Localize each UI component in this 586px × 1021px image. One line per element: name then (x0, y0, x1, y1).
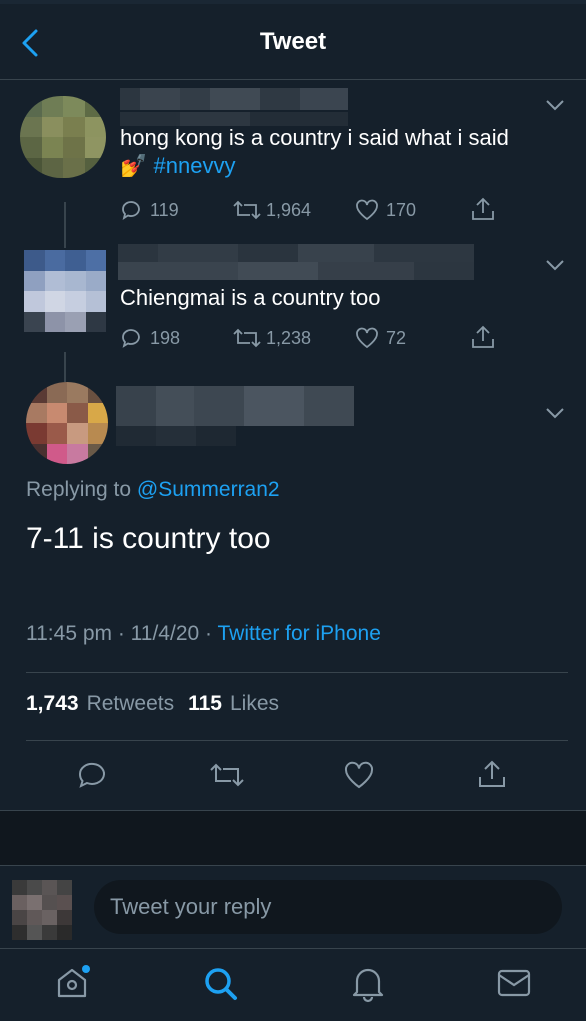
share-icon (472, 325, 494, 348)
like-count: 72 (386, 327, 407, 348)
reply-icon (122, 201, 140, 220)
retweet-icon (233, 328, 261, 348)
tweet-source-link[interactable]: Twitter for iPhone (217, 622, 380, 645)
emoji: 💅 (120, 153, 148, 178)
retweet-button[interactable]: 1,964 (232, 196, 322, 224)
tweet-menu-button[interactable] (544, 98, 566, 112)
tab-search[interactable] (202, 965, 240, 1003)
tab-home[interactable] (54, 965, 90, 1001)
author-handle-redacted (118, 262, 474, 280)
search-icon (205, 968, 237, 1000)
thread-line (64, 352, 66, 382)
notifications-icon (352, 968, 384, 1003)
author-handle-redacted (116, 426, 236, 446)
thread-line (64, 202, 66, 248)
retweet-count: 1,964 (266, 199, 312, 220)
main-tweet-text: 7-11 is country too (26, 522, 271, 555)
tweet-text: Chiengmai is a country too (120, 285, 381, 310)
author-name-redacted[interactable] (120, 88, 348, 110)
bottom-tab-bar (0, 948, 586, 1021)
divider (26, 740, 568, 741)
messages-icon (497, 969, 531, 997)
reply-count: 119 (150, 199, 179, 220)
reply-icon (122, 329, 140, 348)
tweet-menu-button[interactable] (544, 406, 566, 420)
chevron-down-icon (546, 100, 564, 111)
reply-count: 198 (149, 327, 180, 348)
tab-messages[interactable] (496, 967, 532, 999)
tweet-timestamp: 11:45 pm · 11/4/20 · Twitter for iPhone (26, 622, 381, 645)
retweet-button[interactable]: 1,238 (232, 324, 322, 352)
divider (26, 672, 568, 673)
retweet-button[interactable] (208, 760, 246, 790)
heart-icon (356, 327, 378, 349)
mention-link[interactable]: @Summerran2 (137, 478, 280, 501)
tab-notifications[interactable] (350, 965, 386, 1003)
avatar[interactable] (26, 382, 108, 464)
reply-button[interactable]: 198 (120, 324, 180, 352)
share-icon (472, 197, 494, 220)
notification-dot (82, 965, 90, 973)
page-title: Tweet (259, 28, 327, 55)
reply-input[interactable] (94, 880, 562, 934)
reply-button[interactable]: 119 (120, 196, 180, 224)
replying-prefix: Replying to (26, 478, 132, 501)
tweet-date: 11/4/20 (130, 622, 200, 645)
hashtag-link[interactable]: #nnevvy (154, 153, 236, 178)
reply-icon (78, 762, 105, 788)
user-avatar[interactable] (12, 880, 72, 940)
chevron-down-icon (546, 260, 564, 271)
like-button[interactable]: 170 (354, 196, 424, 224)
heart-icon (344, 761, 374, 789)
share-button[interactable] (470, 196, 496, 222)
avatar[interactable] (24, 250, 106, 332)
like-label[interactable]: Likes (230, 692, 279, 716)
share-button[interactable] (476, 758, 508, 790)
tweet-text: hong kong is a country i said what i sai… (120, 124, 560, 180)
engagement-stats: 1,743 Retweets 115 Likes (26, 692, 279, 716)
top-bar: Tweet (0, 0, 586, 80)
avatar[interactable] (20, 96, 106, 178)
like-button[interactable]: 72 (354, 324, 424, 352)
retweet-label[interactable]: Retweets (87, 692, 175, 716)
like-button[interactable] (342, 760, 376, 790)
share-button[interactable] (470, 324, 496, 350)
retweet-count: 1,238 (266, 327, 312, 348)
like-total[interactable]: 115 (188, 692, 222, 716)
tweet-time: 11:45 pm (26, 622, 112, 645)
section-separator (0, 810, 586, 866)
tweet-body: hong kong is a country i said what i sai… (120, 125, 509, 150)
share-icon (479, 760, 505, 787)
reply-button[interactable] (76, 760, 108, 790)
home-icon (57, 965, 90, 998)
retweet-icon (210, 763, 244, 787)
author-name-redacted[interactable] (118, 244, 474, 262)
retweet-icon (233, 200, 261, 220)
chevron-down-icon (546, 408, 564, 419)
retweet-total[interactable]: 1,743 (26, 692, 79, 716)
like-count: 170 (386, 199, 417, 220)
heart-icon (356, 199, 378, 221)
tweet-menu-button[interactable] (544, 258, 566, 272)
author-name-redacted[interactable] (116, 386, 354, 426)
replying-to-line: Replying to @Summerran2 (26, 478, 280, 502)
